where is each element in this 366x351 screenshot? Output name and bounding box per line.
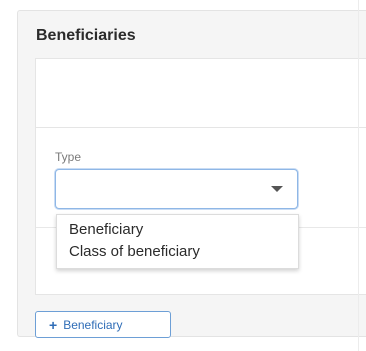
caret-down-icon[interactable] (271, 186, 283, 192)
type-dropdown-menu: Beneficiary Class of beneficiary (56, 214, 299, 269)
right-divider (358, 0, 359, 351)
beneficiaries-frame: Beneficiaries Type Beneficiary Class of … (0, 0, 366, 351)
option-class-of-beneficiary[interactable]: Class of beneficiary (57, 241, 298, 263)
add-beneficiary-label: Beneficiary (63, 317, 123, 332)
option-beneficiary[interactable]: Beneficiary (57, 219, 298, 241)
type-label: Type (55, 150, 82, 164)
type-select[interactable] (55, 169, 298, 209)
section-title: Beneficiaries (36, 27, 136, 44)
add-beneficiary-button[interactable]: + Beneficiary (35, 311, 171, 338)
card-header-area (36, 59, 366, 128)
plus-icon: + (49, 316, 58, 333)
